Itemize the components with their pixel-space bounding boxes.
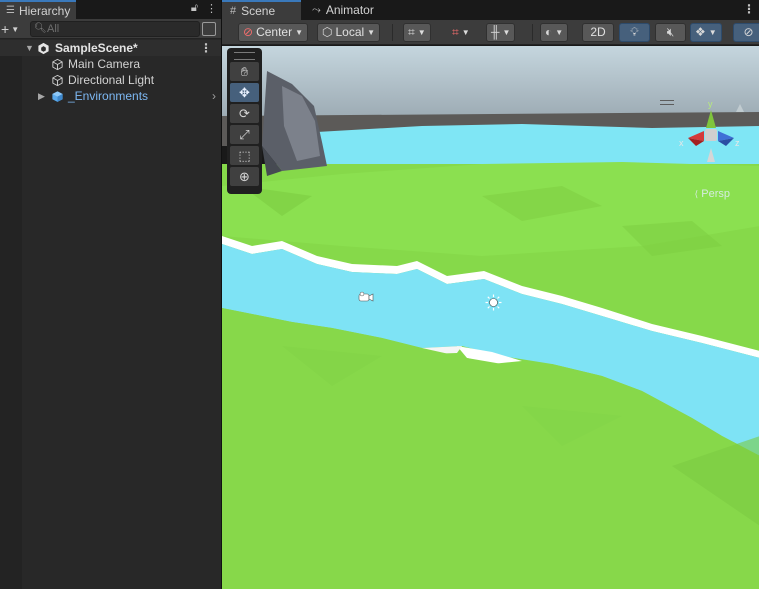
- rect-tool-button[interactable]: ⬚: [230, 146, 259, 165]
- chevron-down-icon: ▼: [555, 28, 564, 37]
- scale-tool-button[interactable]: ⤢: [230, 125, 259, 144]
- hierarchy-gutter: [0, 40, 22, 589]
- scene-view-panel: # Scene ⤳ Animator ⋮ ⊘ Center ▼ ⬡ Local …: [221, 0, 759, 589]
- chevron-down-icon: ▼: [502, 28, 511, 37]
- search-by-type-button[interactable]: [202, 22, 216, 36]
- gizmo-y-label: y: [708, 99, 713, 109]
- gameobject-icon: [52, 74, 63, 87]
- transform-icon: ⊕: [239, 169, 250, 184]
- pivot-rotation-dropdown[interactable]: ⬡ Local ▼: [317, 23, 381, 42]
- sun-light-icon[interactable]: [485, 294, 502, 311]
- move-arrows-icon: ✥: [239, 85, 250, 100]
- scene-toolbar: ⊘ Center ▼ ⬡ Local ▼ ⌗ ▼ ⌗ ▼ ╫ ▼ ◐ ▼ 2D: [222, 20, 759, 45]
- scene-row[interactable]: ▼ SampleScene* ⋮: [0, 40, 221, 56]
- pivot-center-icon: ⊘: [243, 25, 254, 39]
- tab-animator[interactable]: ⤳ Animator: [304, 0, 382, 20]
- camera-gizmo-icon[interactable]: [358, 291, 374, 303]
- grid-icon: #: [230, 5, 237, 17]
- list-icon: ☰: [6, 5, 15, 16]
- rotate-tool-button[interactable]: ⟳: [230, 104, 259, 123]
- hierarchy-item-directional-light[interactable]: Directional Light: [0, 72, 221, 88]
- ruler-icon: ╫: [491, 25, 500, 39]
- pivot-mode-dropdown[interactable]: ⊘ Center ▼: [238, 23, 309, 42]
- item-label: Main Camera: [68, 57, 141, 71]
- grid-snap-icon: ⌗: [408, 25, 415, 39]
- chevron-down-icon: ▼: [708, 28, 717, 37]
- orientation-gizmo[interactable]: y x z: [678, 98, 744, 170]
- projection-label[interactable]: ⟨ Persp: [695, 188, 730, 200]
- expand-arrow-icon[interactable]: ▼: [25, 40, 34, 56]
- animator-icon: ⤳: [312, 3, 321, 16]
- expand-arrow-icon[interactable]: ▶: [38, 88, 45, 104]
- hierarchy-item-main-camera[interactable]: Main Camera: [0, 56, 221, 72]
- pivot-rotation-label: Local: [335, 25, 365, 39]
- more-menu-icon[interactable]: ⋮: [206, 2, 217, 15]
- chevron-right-icon[interactable]: ›: [212, 88, 216, 104]
- transform-tool-button[interactable]: ⊕: [230, 167, 259, 186]
- tab-hierarchy[interactable]: ☰ Hierarchy: [0, 0, 77, 19]
- gameobject-icon: [52, 58, 63, 71]
- item-label: _Environments: [68, 89, 149, 103]
- add-object-button[interactable]: + ▼: [0, 20, 24, 38]
- toggle-2d-label: 2D: [590, 25, 606, 39]
- grid-visibility-button[interactable]: ⌗ ▼: [403, 23, 431, 42]
- increment-snap-button[interactable]: ╫ ▼: [486, 23, 516, 42]
- hand-icon: ✋︎: [240, 64, 249, 79]
- scene-visibility-button[interactable]: ⊘: [733, 23, 759, 42]
- pivot-mode-label: Center: [256, 25, 293, 39]
- gizmo-z-label: z: [735, 138, 740, 148]
- perspective-icon: ⟨: [694, 189, 699, 199]
- hierarchy-item-environments[interactable]: ▶ _Environments ›: [0, 88, 221, 104]
- overlay-grip-icon[interactable]: [234, 52, 255, 60]
- shading-sphere-icon: ◐: [545, 25, 553, 39]
- tab-scene[interactable]: # Scene: [222, 0, 301, 20]
- tab-scene-label: Scene: [241, 4, 276, 18]
- effects-dropdown[interactable]: ❖ ▼: [690, 23, 722, 42]
- audio-toggle-button[interactable]: 🔇︎: [655, 23, 686, 42]
- more-menu-icon[interactable]: ⋮: [743, 2, 755, 16]
- scene-name: SampleScene*: [55, 41, 138, 55]
- chevron-down-icon: ▼: [11, 25, 20, 35]
- hierarchy-toolbar: + ▼ 🔍︎ All: [0, 19, 221, 39]
- local-cube-icon: ⬡: [322, 25, 333, 39]
- lighting-toggle-button[interactable]: 💡︎: [619, 23, 650, 42]
- unity-scene-icon: [38, 42, 49, 55]
- tab-hierarchy-label: Hierarchy: [18, 3, 71, 18]
- draw-mode-dropdown[interactable]: ◐ ▼: [540, 23, 569, 42]
- eye-hidden-icon: ⊘: [743, 25, 754, 39]
- scene-viewport[interactable]: y x z ⟨ Persp: [222, 46, 759, 589]
- scene-menu-icon[interactable]: ⋮: [200, 40, 212, 56]
- rotate-icon: ⟳: [239, 106, 250, 121]
- projection-text: Persp: [701, 188, 730, 200]
- gizmo-menu-icon[interactable]: [660, 100, 674, 105]
- snap-icon: ⌗: [452, 25, 459, 39]
- lock-icon[interactable]: 🔓︎: [191, 2, 198, 15]
- search-placeholder: All: [47, 23, 60, 35]
- move-tool-button[interactable]: ✥: [230, 83, 259, 102]
- toggle-2d-button[interactable]: 2D: [582, 23, 614, 42]
- search-icon: 🔍︎: [34, 23, 47, 34]
- tab-animator-label: Animator: [325, 3, 374, 17]
- chevron-down-icon: ▼: [295, 28, 304, 37]
- item-label: Directional Light: [68, 73, 155, 87]
- grid-snapping-button[interactable]: ⌗ ▼: [447, 23, 475, 42]
- hierarchy-tab-bar: ☰ Hierarchy 🔓︎ ⋮: [0, 0, 221, 19]
- audio-muted-icon: 🔇︎: [666, 25, 675, 39]
- gizmo-x-label: x: [679, 138, 684, 148]
- prefab-icon: [52, 91, 63, 102]
- chevron-down-icon: ▼: [367, 28, 376, 37]
- chevron-down-icon: ▼: [461, 28, 470, 37]
- layers-icon: ❖: [695, 25, 706, 39]
- hierarchy-tree: ▼ SampleScene* ⋮ Main Camera Directional…: [0, 40, 221, 104]
- chevron-down-icon: ▼: [417, 28, 426, 37]
- hierarchy-panel: ☰ Hierarchy 🔓︎ ⋮ + ▼ 🔍︎ All ▼ SampleScene…: [0, 0, 221, 589]
- scene-tab-bar: # Scene ⤳ Animator ⋮: [222, 0, 759, 20]
- view-tool-button[interactable]: ✋︎: [230, 62, 259, 81]
- tools-overlay: ✋︎ ✥ ⟳ ⤢ ⬚ ⊕: [227, 48, 262, 194]
- hierarchy-search-input[interactable]: 🔍︎ All: [30, 21, 200, 37]
- lightbulb-icon: 💡︎: [630, 25, 639, 39]
- scale-icon: ⤢: [239, 127, 250, 142]
- rect-icon: ⬚: [238, 148, 251, 163]
